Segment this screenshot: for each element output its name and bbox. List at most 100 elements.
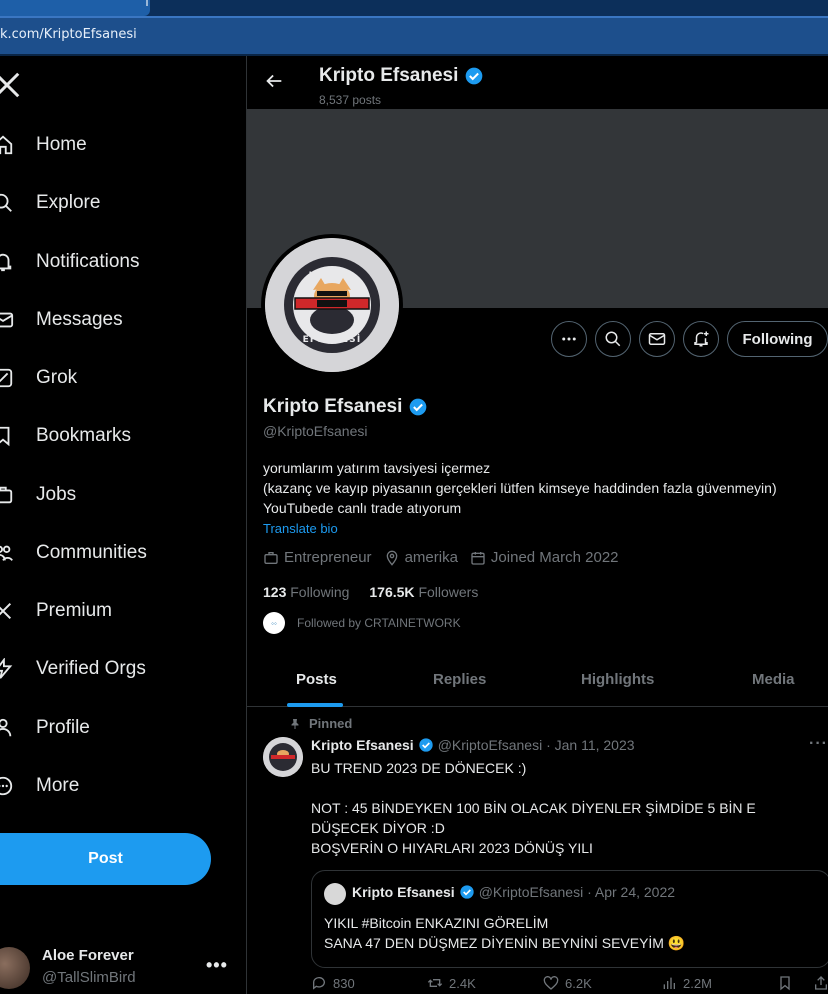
mail-icon bbox=[648, 333, 666, 345]
bio-line: (kazanç ve kayıp piyasanın gerçekleri lü… bbox=[263, 480, 777, 496]
pinned-tweet[interactable]: Pinned Kripto Efsanesi @KriptoEfsanesi ·… bbox=[247, 707, 828, 994]
pinned-text: Pinned bbox=[309, 716, 353, 731]
followers-count-link[interactable]: 176.5K Followers bbox=[369, 584, 478, 600]
location-text: amerika bbox=[404, 549, 458, 566]
bookmark-icon bbox=[0, 426, 10, 447]
tab-divider bbox=[146, 0, 148, 6]
address-bar[interactable]: k.com/KriptoEfsanesi bbox=[0, 16, 828, 54]
x-icon bbox=[0, 602, 12, 620]
sidebar-item-label: Explore bbox=[36, 192, 101, 213]
profile-logo-icon: KRİPTO EFSANESİ bbox=[265, 238, 399, 372]
profile-logo-icon bbox=[263, 737, 303, 777]
svg-text:EFSANESİ: EFSANESİ bbox=[303, 334, 362, 345]
bio-line: YouTubede canlı trade atıyorum bbox=[263, 500, 462, 516]
like-button[interactable]: 6.2K bbox=[543, 975, 592, 991]
translate-bio-link[interactable]: Translate bio bbox=[263, 521, 338, 536]
tab-highlights[interactable]: Highlights bbox=[581, 671, 654, 688]
sidebar-item-verified-orgs[interactable]: Verified Orgs bbox=[0, 649, 240, 689]
category-text: Entrepreneur bbox=[284, 549, 372, 566]
sidebar-item-communities[interactable]: Communities bbox=[0, 533, 240, 573]
sidebar-item-bookmarks[interactable]: Bookmarks bbox=[0, 416, 240, 456]
followed-by-text: Followed by CRTAINETWORK bbox=[297, 616, 461, 630]
followed-by[interactable]: ◦◦ Followed by CRTAINETWORK bbox=[263, 612, 461, 634]
more-dots-icon[interactable]: ··· bbox=[809, 735, 828, 753]
views-count: 2.2M bbox=[683, 975, 712, 991]
sidebar-item-label: Jobs bbox=[36, 484, 77, 505]
avatar bbox=[0, 947, 30, 989]
sidebar-item-profile[interactable]: Profile bbox=[0, 708, 240, 748]
notify-button[interactable] bbox=[683, 321, 719, 357]
more-options-button[interactable] bbox=[551, 321, 587, 357]
sidebar-item-notifications[interactable]: Notifications bbox=[0, 242, 240, 282]
share-button[interactable] bbox=[813, 975, 828, 991]
tab-posts[interactable]: Posts bbox=[296, 671, 337, 688]
bookmark-icon bbox=[780, 976, 790, 991]
reply-button[interactable]: 830 bbox=[311, 975, 355, 991]
repost-count: 2.4K bbox=[449, 975, 476, 991]
profile-joined: Joined March 2022 bbox=[470, 549, 619, 566]
profile-display-name: Kripto Efsanesi bbox=[263, 396, 403, 417]
message-button[interactable] bbox=[639, 321, 675, 357]
sidebar-item-label: Bookmarks bbox=[36, 425, 132, 446]
x-logo-icon[interactable] bbox=[0, 70, 22, 100]
more-dots-icon bbox=[562, 337, 576, 341]
svg-text:KRİPTO: KRİPTO bbox=[309, 270, 356, 281]
profile-category: Entrepreneur bbox=[263, 549, 372, 566]
views-chart-icon bbox=[663, 977, 675, 989]
profile-bio: yorumlarım yatırım tavsiyesi içermez (ka… bbox=[263, 458, 777, 518]
share-icon bbox=[815, 976, 827, 990]
sidebar-item-label: Communities bbox=[36, 542, 147, 563]
back-arrow-icon[interactable] bbox=[263, 70, 285, 92]
tweet-line bbox=[311, 778, 826, 798]
quote-author: Kripto Efsanesi bbox=[352, 884, 455, 900]
reply-count: 830 bbox=[333, 975, 355, 991]
sidebar-item-grok[interactable]: Grok bbox=[0, 358, 240, 398]
bio-line: yorumlarım yatırım tavsiyesi içermez bbox=[263, 460, 491, 476]
quoted-tweet[interactable]: Kripto Efsanesi @KriptoEfsanesi · Apr 24… bbox=[311, 870, 828, 968]
browser-tab[interactable] bbox=[0, 0, 150, 16]
sidebar-item-label: Premium bbox=[36, 600, 113, 621]
verified-badge-icon bbox=[419, 738, 433, 752]
tweet-line: BU TREND 2023 DE DÖNECEK :) bbox=[311, 760, 527, 776]
tweet-avatar[interactable] bbox=[263, 737, 303, 777]
following-count: 123 bbox=[263, 584, 287, 600]
profile-tabs: Posts Replies Highlights Media bbox=[247, 654, 828, 707]
sidebar-item-premium[interactable]: Premium bbox=[0, 591, 240, 631]
quote-header: Kripto Efsanesi @KriptoEfsanesi · Apr 24… bbox=[352, 884, 675, 900]
sidebar-item-label: Messages bbox=[36, 309, 123, 330]
account-handle: @TallSlimBird bbox=[42, 969, 136, 986]
post-button[interactable]: Post bbox=[0, 833, 211, 885]
profile-avatar[interactable]: KRİPTO EFSANESİ bbox=[261, 234, 403, 376]
sidebar-item-label: Grok bbox=[36, 367, 78, 388]
tab-media[interactable]: Media bbox=[752, 671, 795, 688]
sidebar-item-jobs[interactable]: Jobs bbox=[0, 475, 240, 515]
sidebar-item-label: Verified Orgs bbox=[36, 658, 146, 679]
sidebar-item-more[interactable]: More bbox=[0, 766, 240, 806]
account-name: Aloe Forever bbox=[42, 947, 134, 964]
sidebar-item-explore[interactable]: Explore bbox=[0, 183, 240, 223]
profile-name: Kripto Efsanesi bbox=[263, 396, 428, 418]
heart-icon bbox=[543, 976, 559, 990]
calendar-icon bbox=[471, 551, 485, 565]
account-switcher[interactable]: Aloe Forever @TallSlimBird ••• bbox=[0, 941, 240, 994]
url-text[interactable]: k.com/KriptoEfsanesi bbox=[0, 27, 137, 42]
following-count-link[interactable]: 123 Following bbox=[263, 584, 349, 600]
tweet-author[interactable]: Kripto Efsanesi bbox=[311, 737, 414, 753]
posts-count: 8,537 posts bbox=[319, 93, 382, 107]
briefcase-icon bbox=[264, 551, 278, 564]
following-button[interactable]: Following bbox=[727, 321, 828, 357]
tab-replies[interactable]: Replies bbox=[433, 671, 486, 688]
more-circle-icon bbox=[0, 776, 13, 796]
repost-button[interactable]: 2.4K bbox=[427, 975, 476, 991]
sidebar: Home Explore Notifications Messages Grok… bbox=[0, 56, 246, 994]
bookmark-button[interactable] bbox=[777, 975, 793, 991]
more-dots-icon[interactable]: ••• bbox=[206, 955, 228, 976]
search-profile-button[interactable] bbox=[595, 321, 631, 357]
sidebar-item-messages[interactable]: Messages bbox=[0, 300, 240, 340]
tweet-handle-date[interactable]: @KriptoEfsanesi · Jan 11, 2023 bbox=[438, 737, 635, 753]
sidebar-item-home[interactable]: Home bbox=[0, 125, 240, 165]
profile-location: amerika bbox=[384, 549, 458, 566]
joined-text: Joined March 2022 bbox=[490, 549, 619, 566]
views-button[interactable]: 2.2M bbox=[661, 975, 712, 991]
quote-line: SANA 47 DEN DÜŞMEZ DİYENİN BEYNİNİ SEVEY… bbox=[324, 935, 686, 951]
